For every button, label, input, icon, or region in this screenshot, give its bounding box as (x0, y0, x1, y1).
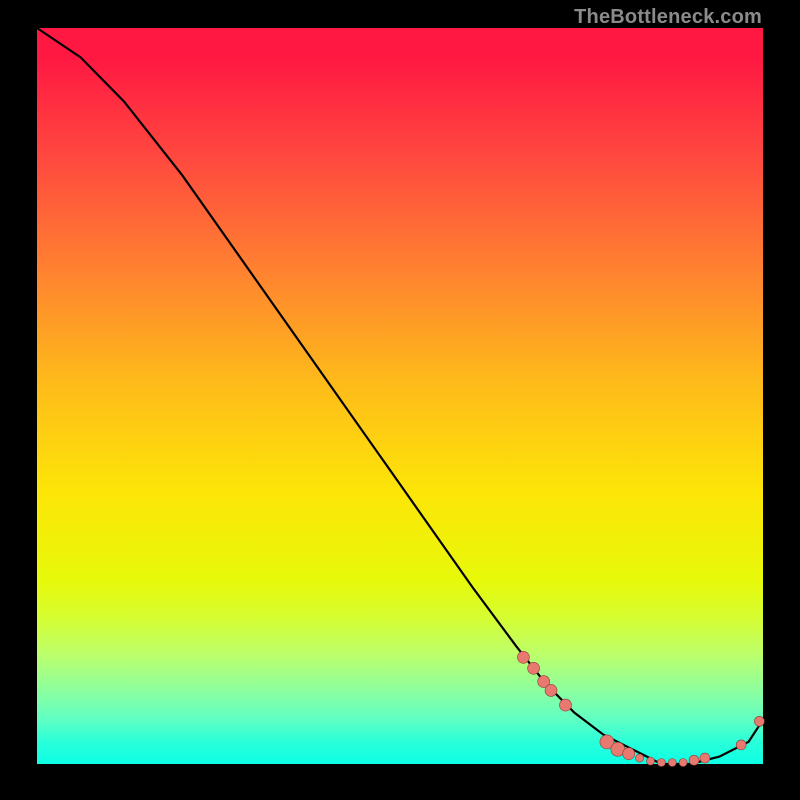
data-marker (636, 754, 644, 762)
data-marker (545, 684, 557, 696)
bottleneck-curve (37, 28, 763, 764)
data-marker (668, 759, 676, 767)
data-marker (736, 740, 746, 750)
data-marker (647, 757, 655, 765)
data-marker (689, 755, 699, 765)
data-marker (700, 753, 710, 763)
data-markers (517, 651, 764, 766)
data-marker (679, 759, 687, 767)
data-marker (754, 716, 764, 726)
data-marker (623, 748, 635, 760)
chart-frame: TheBottleneck.com (0, 0, 800, 800)
data-marker (560, 699, 572, 711)
chart-svg (37, 28, 763, 764)
watermark-text: TheBottleneck.com (574, 6, 762, 29)
data-marker (517, 651, 529, 663)
data-marker (528, 662, 540, 674)
data-marker (657, 759, 665, 767)
